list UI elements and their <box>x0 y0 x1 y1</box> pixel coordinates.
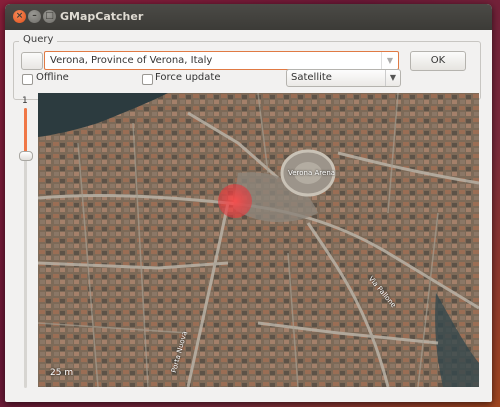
zoom-slider-handle[interactable] <box>19 151 33 161</box>
close-window-button[interactable]: × <box>13 10 26 23</box>
force-update-label: Force update <box>155 72 221 83</box>
map-scale: 25 m <box>50 368 74 378</box>
query-dropdown-arrow-icon[interactable]: ▼ <box>381 52 398 69</box>
app-window: × – □ GMapCatcher Query Verona, Province… <box>5 4 492 402</box>
zoom-level: 1 <box>22 96 28 106</box>
title-bar: × – □ GMapCatcher <box>5 4 492 30</box>
offline-checkbox[interactable] <box>22 74 33 85</box>
map-label-arena: Verona Arena <box>288 169 336 177</box>
window-title: GMapCatcher <box>60 10 144 23</box>
force-update-checkbox[interactable] <box>142 74 153 85</box>
map-type-select[interactable]: Satellite ▼ <box>286 69 401 87</box>
query-input[interactable]: Verona, Province of Verona, Italy ▼ <box>44 51 399 70</box>
chevron-down-icon: ▼ <box>385 70 400 86</box>
satellite-map-image <box>38 93 479 387</box>
location-button[interactable] <box>21 52 43 70</box>
maximize-window-button[interactable]: □ <box>43 10 56 23</box>
minimize-window-button[interactable]: – <box>28 10 41 23</box>
ok-button[interactable]: OK <box>410 51 466 71</box>
map-view[interactable]: Verona Arena Via Pallone Porta Nuova 25 … <box>38 93 479 387</box>
query-frame-label: Query <box>19 34 58 45</box>
offline-label: Offline <box>36 72 69 83</box>
map-type-value: Satellite <box>291 72 332 83</box>
zoom-slider-fill <box>24 108 27 155</box>
query-value: Verona, Province of Verona, Italy <box>50 55 213 66</box>
